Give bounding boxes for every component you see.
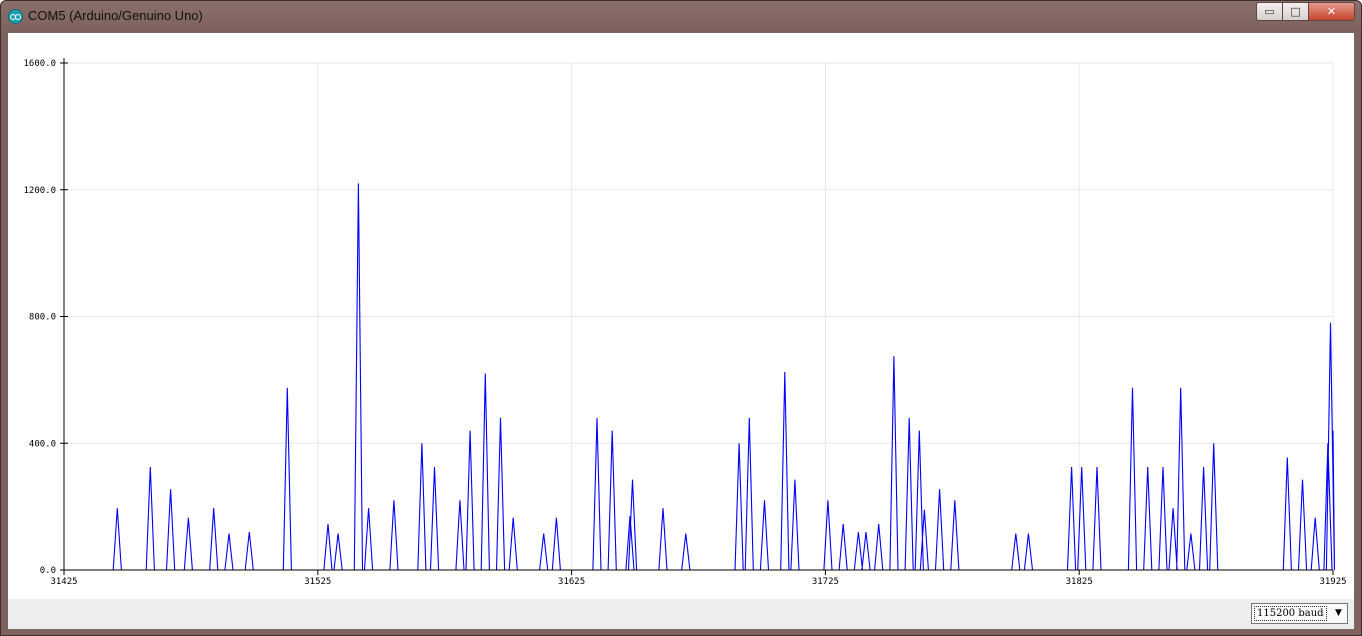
x-tick-label: 31925 xyxy=(1319,577,1346,587)
x-tick-label: 31825 xyxy=(1066,577,1093,587)
bottom-toolbar: 115200 baud ▼ xyxy=(8,599,1354,629)
y-tick-label: 400.0 xyxy=(29,439,56,449)
y-tick-label: 1200.0 xyxy=(23,186,56,196)
y-tick-label: 800.0 xyxy=(29,313,56,323)
serial-plot-chart: 31425 31525 31625 31725 31825 31925 0.0 400.0 80… xyxy=(23,58,1347,587)
window-title: COM5 (Arduino/Genuino Uno) xyxy=(28,8,203,23)
serial-plotter-window: COM5 (Arduino/Genuino Uno) ▭ □ ✕ 31425 31… xyxy=(0,0,1362,636)
window-controls: ▭ □ ✕ xyxy=(1256,2,1355,22)
x-tick-label: 31725 xyxy=(812,577,839,587)
dropdown-arrow-icon[interactable]: ▼ xyxy=(1332,607,1345,620)
y-tick-label: 0.0 xyxy=(40,566,56,576)
series-line xyxy=(64,183,1336,571)
title-bar[interactable]: COM5 (Arduino/Genuino Uno) ▭ □ ✕ xyxy=(1,1,1361,31)
y-tick-label: 1600.0 xyxy=(23,59,56,69)
arduino-logo-icon xyxy=(8,9,23,24)
x-tick-label: 31425 xyxy=(50,577,77,587)
minimize-button[interactable]: ▭ xyxy=(1256,2,1283,21)
baud-rate-select[interactable]: 115200 baud ▼ xyxy=(1251,603,1348,624)
close-button[interactable]: ✕ xyxy=(1309,2,1355,21)
x-tick-label: 31525 xyxy=(304,577,331,587)
plotter-client-area: 31425 31525 31625 31725 31825 31925 0.0 400.0 80… xyxy=(7,32,1355,630)
x-tick-label: 31625 xyxy=(558,577,585,587)
baud-rate-value: 115200 baud xyxy=(1254,606,1327,621)
maximize-button[interactable]: □ xyxy=(1283,2,1309,21)
